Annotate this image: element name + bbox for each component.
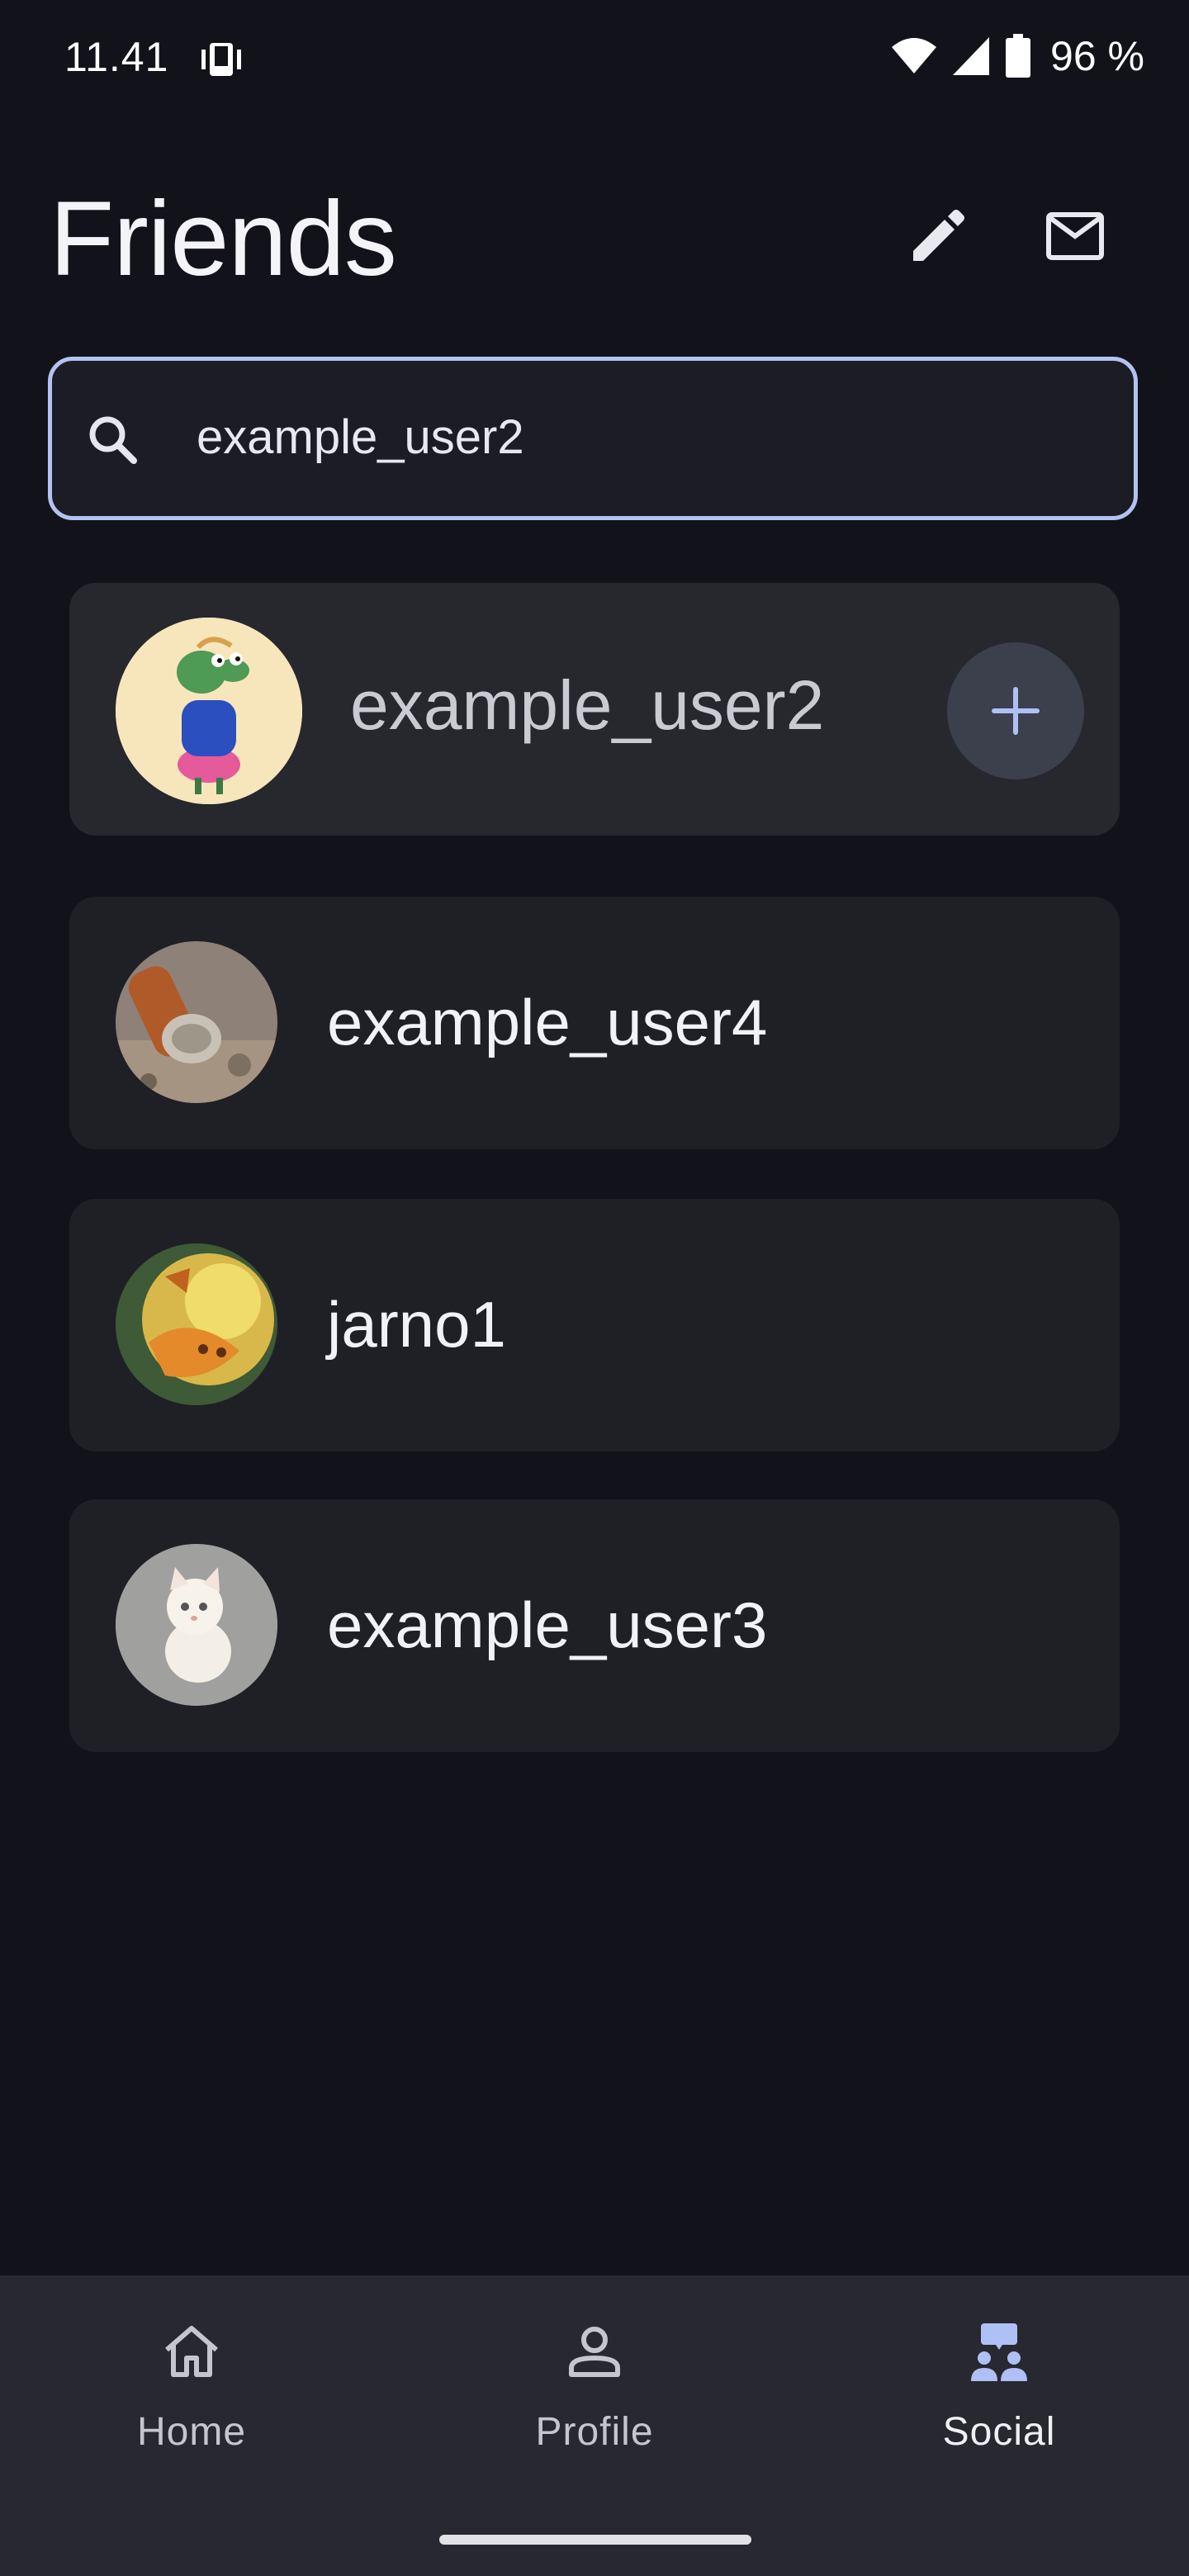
nav-item-social[interactable]: Social (875, 2318, 1123, 2500)
home-icon (165, 2326, 218, 2377)
friend-card[interactable]: jarno1 (69, 1199, 1120, 1451)
avatar (116, 941, 277, 1103)
friend-username: example_user3 (327, 1589, 768, 1661)
avatar (116, 1243, 277, 1405)
avatar (116, 618, 302, 804)
search-icon (89, 416, 137, 464)
friend-username: jarno1 (327, 1288, 506, 1361)
status-icons: 96 % (890, 31, 1144, 81)
nav-label: Social (942, 2410, 1056, 2454)
signal-icon (953, 37, 990, 75)
battery-icon (1006, 34, 1031, 78)
nav-label: Profile (535, 2410, 654, 2454)
person-icon (569, 2327, 620, 2377)
social-icon (971, 2323, 1027, 2381)
result-username: example_user2 (350, 666, 825, 744)
pencil-icon[interactable] (907, 208, 966, 268)
plus-icon (992, 687, 1040, 735)
home-indicator[interactable] (439, 2535, 751, 2545)
friend-username: example_user4 (327, 986, 768, 1058)
friend-card[interactable]: example_user4 (69, 897, 1120, 1149)
nav-item-profile[interactable]: Profile (471, 2318, 718, 2500)
friend-card[interactable]: example_user3 (69, 1499, 1120, 1752)
wifi-icon (892, 38, 937, 73)
avatar (116, 1544, 277, 1706)
battery-percentage: 96 % (1050, 33, 1144, 79)
add-friend-button[interactable] (947, 642, 1084, 779)
nav-label: Home (136, 2410, 247, 2454)
search-input[interactable]: example_user2 (197, 405, 524, 471)
nav-item-home[interactable]: Home (68, 2318, 315, 2500)
status-time: 11.41 (64, 34, 169, 80)
mail-icon[interactable] (1045, 211, 1105, 261)
page-title: Friends (50, 180, 397, 298)
status-bar: 11.41 96 % (0, 0, 1189, 116)
phone-vibrate-icon (201, 43, 241, 76)
